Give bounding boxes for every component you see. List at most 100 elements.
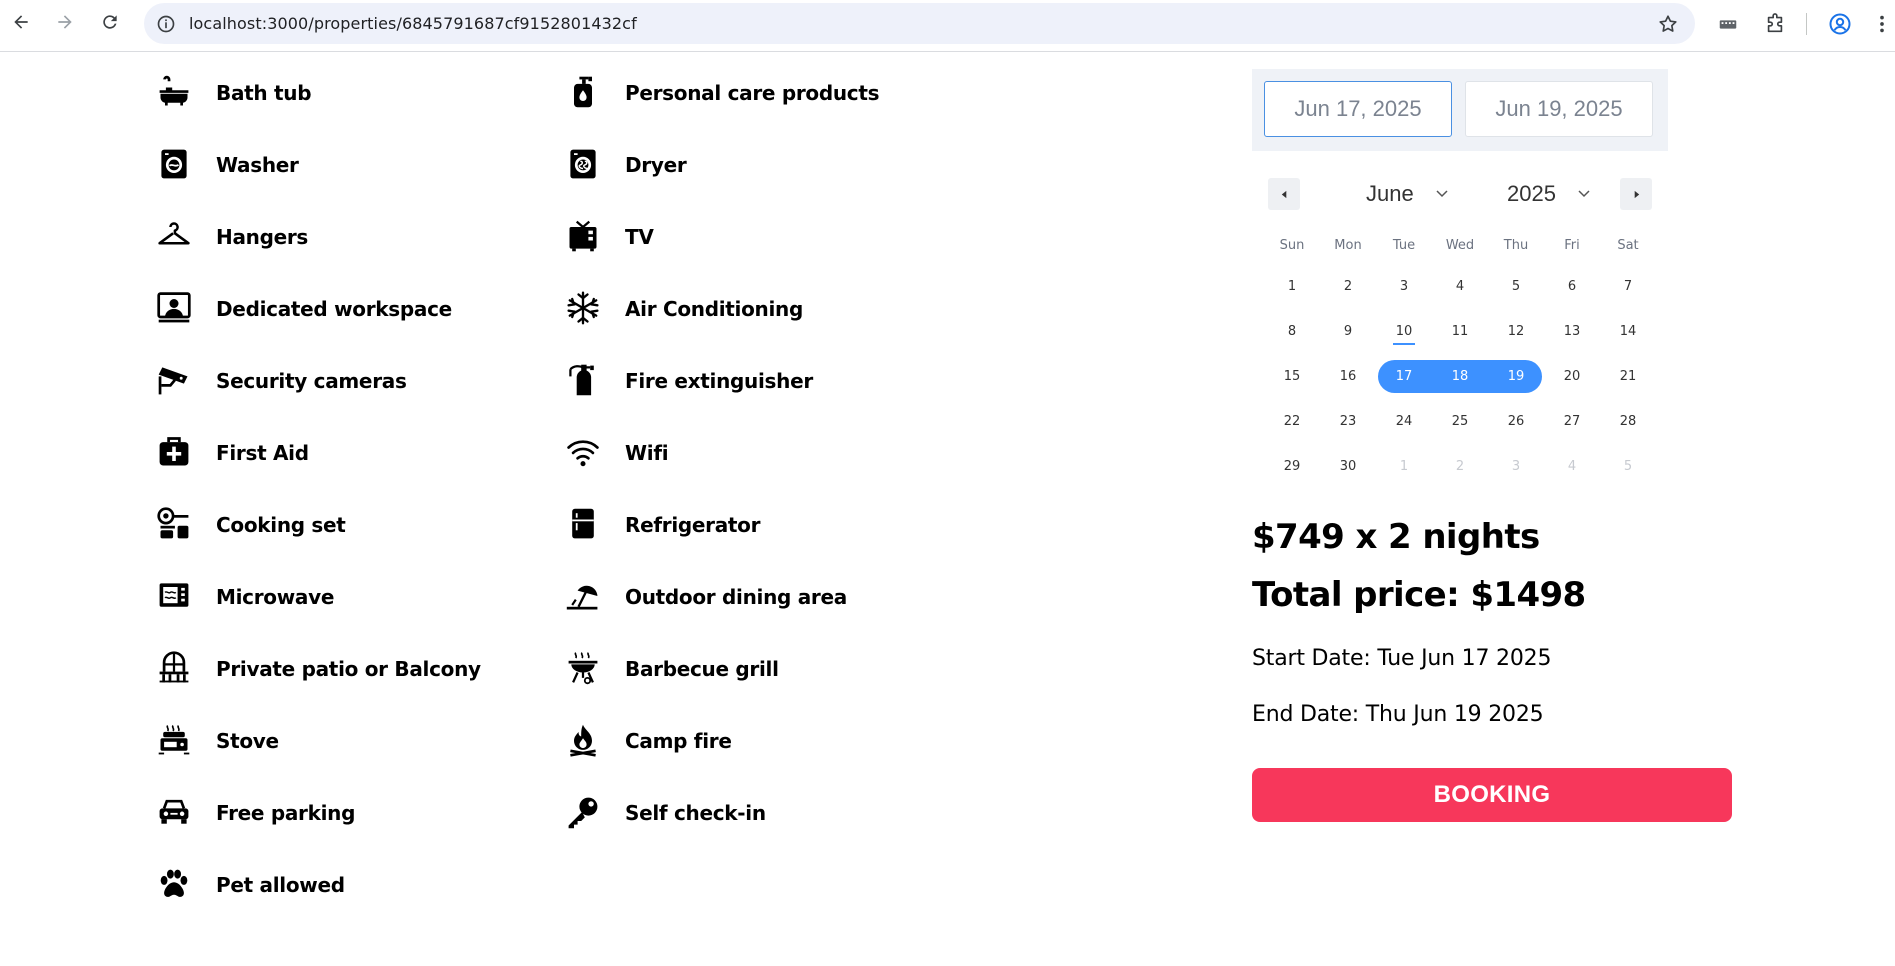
calendar-day-outside-month: 3 bbox=[1511, 459, 1521, 474]
calendar-day[interactable]: 3 bbox=[1376, 271, 1432, 303]
calendar-day[interactable]: 15 bbox=[1264, 361, 1320, 393]
calendar-day[interactable]: 30 bbox=[1320, 451, 1376, 483]
calendar-day[interactable]: 7 bbox=[1600, 271, 1656, 303]
booking-button[interactable]: BOOKING bbox=[1252, 768, 1732, 822]
security-camera-icon bbox=[154, 360, 194, 400]
dryer-icon bbox=[563, 144, 603, 184]
amenity-label: Pet allowed bbox=[216, 873, 345, 897]
cooking-set-icon bbox=[154, 504, 194, 544]
amenity-pet-allowed: Pet allowed bbox=[154, 864, 345, 904]
calendar-day[interactable]: 5 bbox=[1488, 271, 1544, 303]
umbrella-icon bbox=[563, 576, 603, 616]
calendar-day-selected[interactable]: 18 bbox=[1432, 361, 1488, 393]
media-icon[interactable] bbox=[1716, 12, 1740, 36]
calendar-day-selected[interactable]: 17 bbox=[1376, 361, 1432, 393]
start-date-input[interactable]: Jun 17, 2025 bbox=[1264, 81, 1452, 137]
end-date-text: End Date: Thu Jun 19 2025 bbox=[1252, 702, 1544, 727]
end-date-input[interactable]: Jun 19, 2025 bbox=[1465, 81, 1653, 137]
calendar-day[interactable]: 4 bbox=[1432, 271, 1488, 303]
calendar-day[interactable]: 22 bbox=[1264, 406, 1320, 438]
soap-bottle-icon bbox=[563, 72, 603, 112]
bookmark-star-icon[interactable] bbox=[1657, 13, 1679, 35]
amenity-hangers: Hangers bbox=[154, 216, 308, 256]
amenity-label: Dryer bbox=[625, 153, 687, 177]
calendar-day[interactable]: 24 bbox=[1376, 406, 1432, 438]
amenity-barbecue-grill: Barbecue grill bbox=[563, 648, 779, 688]
calendar-day[interactable]: 12 bbox=[1488, 316, 1544, 348]
calendar-day[interactable]: 25 bbox=[1432, 406, 1488, 438]
calendar-day-selected[interactable]: 19 bbox=[1488, 361, 1544, 393]
month-select[interactable]: June bbox=[1366, 178, 1448, 210]
first-aid-icon bbox=[154, 432, 194, 472]
amenity-label: Wifi bbox=[625, 441, 669, 465]
calendar-day[interactable]: 2 bbox=[1320, 271, 1376, 303]
next-month-button[interactable] bbox=[1620, 178, 1652, 210]
calendar-day[interactable]: 1 bbox=[1264, 271, 1320, 303]
menu-icon[interactable] bbox=[1870, 12, 1894, 36]
car-icon bbox=[154, 792, 194, 832]
wifi-icon bbox=[563, 432, 603, 472]
amenity-personal-care: Personal care products bbox=[563, 72, 880, 112]
amenity-label: Bath tub bbox=[216, 81, 312, 105]
washer-icon bbox=[154, 144, 194, 184]
prev-month-button[interactable] bbox=[1268, 178, 1300, 210]
extensions-icon[interactable] bbox=[1763, 12, 1787, 36]
weekday-label: Wed bbox=[1445, 238, 1475, 253]
amenity-label: Private patio or Balcony bbox=[216, 657, 481, 681]
calendar-day[interactable]: 14 bbox=[1600, 316, 1656, 348]
calendar-day-today[interactable]: 10 bbox=[1376, 316, 1432, 348]
calendar-day[interactable]: 28 bbox=[1600, 406, 1656, 438]
browser-toolbar: localhost:3000/properties/6845791687cf91… bbox=[0, 0, 1895, 52]
calendar-day[interactable]: 27 bbox=[1544, 406, 1600, 438]
profile-icon[interactable] bbox=[1828, 12, 1852, 36]
calendar-day[interactable]: 8 bbox=[1264, 316, 1320, 348]
site-info-icon[interactable] bbox=[156, 14, 176, 34]
calendar-day[interactable]: 26 bbox=[1488, 406, 1544, 438]
calendar-day[interactable]: 9 bbox=[1320, 316, 1376, 348]
amenity-security-cameras: Security cameras bbox=[154, 360, 407, 400]
campfire-icon bbox=[563, 720, 603, 760]
amenity-label: Self check-in bbox=[625, 801, 766, 825]
workspace-icon bbox=[154, 288, 194, 328]
reload-icon[interactable] bbox=[96, 8, 124, 36]
microwave-icon bbox=[154, 576, 194, 616]
amenity-balcony: Private patio or Balcony bbox=[154, 648, 481, 688]
amenity-outdoor-dining: Outdoor dining area bbox=[563, 576, 847, 616]
year-select[interactable]: 2025 bbox=[1507, 178, 1590, 210]
calendar-day[interactable]: 21 bbox=[1600, 361, 1656, 393]
calendar-day[interactable]: 6 bbox=[1544, 271, 1600, 303]
address-bar[interactable]: localhost:3000/properties/6845791687cf91… bbox=[144, 3, 1695, 44]
hanger-icon bbox=[154, 216, 194, 256]
amenity-label: Hangers bbox=[216, 225, 309, 249]
forward-icon[interactable] bbox=[51, 8, 79, 36]
url-text[interactable]: localhost:3000/properties/6845791687cf91… bbox=[189, 14, 637, 33]
amenity-label: Security cameras bbox=[216, 369, 407, 393]
amenity-microwave: Microwave bbox=[154, 576, 334, 616]
amenity-label: Free parking bbox=[216, 801, 356, 825]
back-icon[interactable] bbox=[7, 8, 35, 36]
tv-icon bbox=[563, 216, 603, 256]
amenity-label: Air Conditioning bbox=[625, 297, 803, 321]
key-icon bbox=[563, 792, 603, 832]
refrigerator-icon bbox=[563, 504, 603, 544]
caret-right-icon bbox=[1634, 190, 1639, 198]
calendar-day[interactable]: 16 bbox=[1320, 361, 1376, 393]
amenity-first-aid: First Aid bbox=[154, 432, 309, 472]
calendar-day-outside-month: 2 bbox=[1455, 459, 1465, 474]
amenity-label: Camp fire bbox=[625, 729, 732, 753]
caret-left-icon bbox=[1281, 190, 1286, 198]
calendar-day[interactable]: 20 bbox=[1544, 361, 1600, 393]
month-label: June bbox=[1366, 181, 1414, 206]
year-label: 2025 bbox=[1507, 181, 1556, 206]
amenity-stove: Stove bbox=[154, 720, 279, 760]
amenity-air-conditioning: Air Conditioning bbox=[563, 288, 803, 328]
calendar-day-outside-month: 1 bbox=[1399, 459, 1409, 474]
calendar-day[interactable]: 13 bbox=[1544, 316, 1600, 348]
chevron-down-icon bbox=[1578, 190, 1590, 198]
bathtub-icon bbox=[154, 72, 194, 112]
amenity-label: Outdoor dining area bbox=[625, 585, 847, 609]
calendar-day[interactable]: 29 bbox=[1264, 451, 1320, 483]
calendar-day[interactable]: 23 bbox=[1320, 406, 1376, 438]
amenity-fire-extinguisher: Fire extinguisher bbox=[563, 360, 813, 400]
calendar-day[interactable]: 11 bbox=[1432, 316, 1488, 348]
